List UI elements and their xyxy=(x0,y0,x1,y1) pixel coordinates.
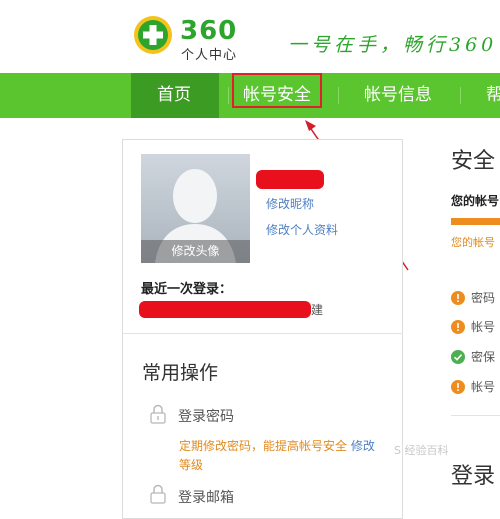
login-email-label: 登录邮箱 xyxy=(178,490,234,506)
status-text: 帐号 xyxy=(471,320,496,334)
operations-title: 常用操作 xyxy=(142,362,219,384)
modify-password-link[interactable]: 修改 xyxy=(351,439,375,453)
warning-icon xyxy=(451,291,465,305)
status-text: 密码 xyxy=(471,291,496,305)
panel-divider xyxy=(122,333,403,334)
status-row[interactable]: 密保 xyxy=(451,349,495,364)
last-login-suffix: 建 xyxy=(311,303,324,317)
login-password-description: 定期修改密码，能提高帐号安全 修改 等级 xyxy=(179,437,389,475)
watermark: S 经验百科 xyxy=(394,444,449,457)
redacted-login-info xyxy=(139,301,311,318)
login-section-title: 登录 xyxy=(451,464,496,489)
edit-avatar-button[interactable]: 修改头像 xyxy=(141,240,250,263)
right-divider xyxy=(451,415,500,416)
redacted-username xyxy=(256,170,324,189)
description-tail: 等级 xyxy=(179,458,204,472)
status-row[interactable]: 帐号 xyxy=(451,319,495,334)
description-text: 定期修改密码，能提高帐号安全 xyxy=(179,439,348,453)
edit-profile-link[interactable]: 修改个人资料 xyxy=(266,221,338,238)
account-level-label: 您的帐号 xyxy=(451,194,500,208)
edit-nickname-link[interactable]: 修改昵称 xyxy=(266,195,314,212)
login-password-label: 登录密码 xyxy=(178,409,234,425)
security-level-bar xyxy=(451,218,500,225)
status-text: 帐号 xyxy=(471,380,496,394)
account-level-note: 您的帐号 xyxy=(451,236,495,249)
warning-icon xyxy=(451,380,465,394)
status-text: 密保 xyxy=(471,350,496,364)
warning-icon xyxy=(451,320,465,334)
status-row[interactable]: 密码 xyxy=(451,290,495,305)
last-login-label: 最近一次登录： xyxy=(141,282,233,297)
check-icon xyxy=(451,350,465,364)
lock-icon xyxy=(150,484,166,504)
security-title: 安全 xyxy=(451,149,496,174)
status-row[interactable]: 帐号 xyxy=(451,379,495,394)
lock-icon xyxy=(150,404,166,424)
